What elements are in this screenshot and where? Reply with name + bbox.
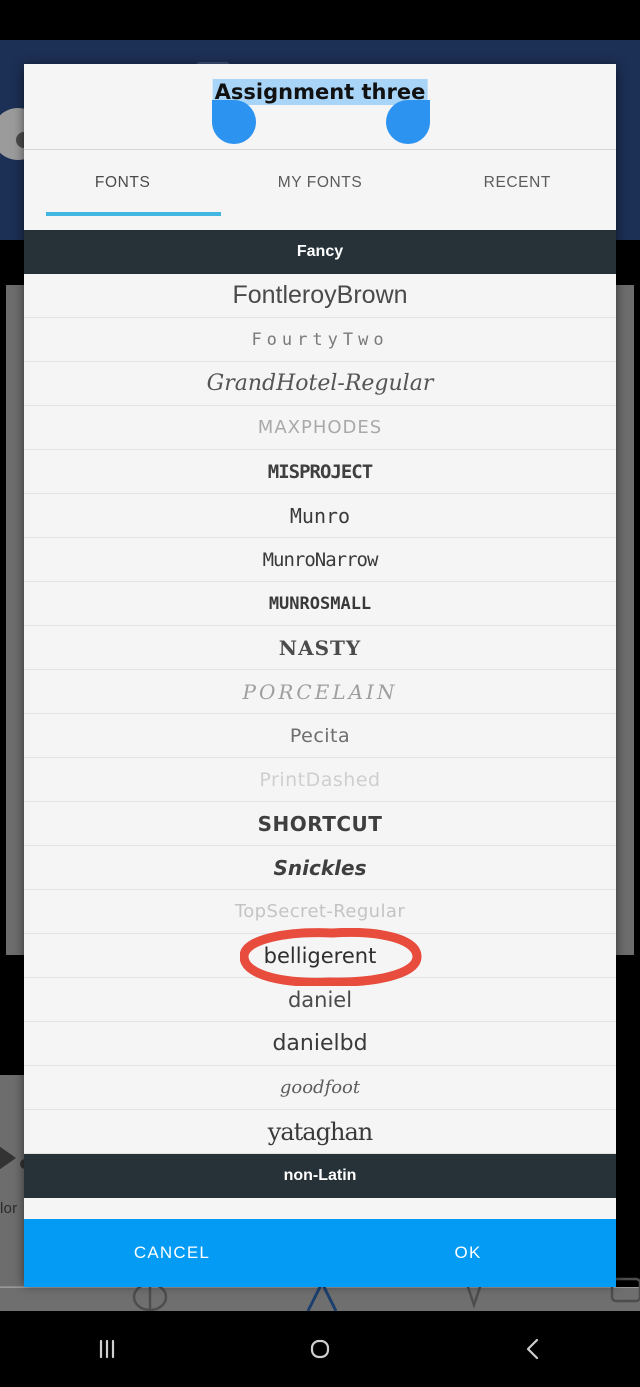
font-name-label: goodfoot — [279, 1077, 361, 1098]
font-list[interactable]: FontleroyBrown FourtyTwo GrandHotel-Regula… — [24, 274, 616, 1154]
section-header-fancy: Fancy — [24, 230, 616, 274]
selection-handle-right[interactable] — [386, 100, 430, 144]
font-list-item[interactable]: danielbd — [24, 1022, 616, 1066]
font-name-label: daniel — [287, 987, 353, 1012]
font-list-item[interactable]: Munro — [24, 494, 616, 538]
font-list-item[interactable]: TopSecret-Regular — [24, 890, 616, 934]
font-name-label: FontleroyBrown — [232, 281, 408, 309]
font-list-item[interactable]: daniel — [24, 978, 616, 1022]
active-tab-indicator — [46, 212, 221, 216]
font-name-label: PrintDashed — [259, 768, 381, 791]
font-name-label: GrandHotel-Regular — [206, 371, 434, 396]
font-list-item[interactable]: PrintDashed — [24, 758, 616, 802]
font-name-label: SHORTCUT — [257, 811, 383, 836]
font-list-item[interactable]: GrandHotel-Regular — [24, 362, 616, 406]
font-preview-area[interactable]: Assignment three — [24, 64, 616, 150]
font-name-label: TopSecret-Regular — [234, 901, 406, 922]
font-list-item[interactable]: yataghan — [24, 1110, 616, 1154]
font-name-label: Snickles — [273, 855, 367, 880]
dialog-action-bar: CANCEL OK — [24, 1219, 616, 1287]
phone-screen: lor Assignment three FONTS MY FONTS RECE… — [0, 0, 640, 1387]
font-name-label: MAXPHODES — [257, 417, 383, 438]
preview-text[interactable]: Assignment three — [212, 79, 428, 105]
font-list-item[interactable]: SHORTCUT — [24, 802, 616, 846]
recents-icon[interactable] — [0, 1334, 213, 1364]
font-name-label: MUNROSMALL — [268, 593, 372, 614]
tab-my-fonts[interactable]: MY FONTS — [221, 174, 418, 192]
font-name-label: Munro — [289, 503, 351, 528]
home-icon[interactable] — [213, 1334, 426, 1364]
font-name-label: belligerent — [263, 943, 377, 968]
font-list-item[interactable]: FontleroyBrown — [24, 274, 616, 318]
font-list-item[interactable]: FourtyTwo — [24, 318, 616, 362]
dialog-tab-bar: FONTS MY FONTS RECENT — [24, 150, 616, 216]
font-name-label: MISPROJECT — [267, 460, 373, 483]
font-list-item[interactable]: Snickles — [24, 846, 616, 890]
cancel-button[interactable]: CANCEL — [24, 1243, 320, 1263]
font-list-item[interactable]: MISPROJECT — [24, 450, 616, 494]
font-list-item[interactable]: NASTY — [24, 626, 616, 670]
section-header-non-latin: non-Latin — [24, 1154, 616, 1198]
font-name-label: MunroNarrow — [262, 548, 379, 571]
font-name-label: NASTY — [278, 635, 362, 660]
font-list-item[interactable]: MAXPHODES — [24, 406, 616, 450]
selection-handle-left[interactable] — [212, 100, 256, 144]
font-list-item[interactable]: Pecita — [24, 714, 616, 758]
tab-recent[interactable]: RECENT — [419, 174, 616, 192]
font-list-item[interactable]: PORCELAIN — [24, 670, 616, 714]
android-nav-bar — [0, 1311, 640, 1387]
font-list-item[interactable]: goodfoot — [24, 1066, 616, 1110]
font-picker-dialog: Assignment three FONTS MY FONTS RECENT F… — [24, 64, 616, 1283]
font-list-item[interactable]: MunroNarrow — [24, 538, 616, 582]
font-name-label: PORCELAIN — [242, 679, 398, 704]
tab-fonts[interactable]: FONTS — [24, 174, 221, 192]
font-list-item[interactable]: belligerent — [24, 934, 616, 978]
font-list-item[interactable]: MUNROSMALL — [24, 582, 616, 626]
font-name-label: danielbd — [272, 1031, 368, 1056]
font-name-label: Pecita — [289, 724, 351, 747]
font-name-label: yataghan — [267, 1117, 373, 1146]
ok-button[interactable]: OK — [320, 1243, 616, 1263]
back-icon[interactable] — [427, 1334, 640, 1364]
font-name-label: FourtyTwo — [251, 329, 389, 350]
tab-bar-spacer — [24, 216, 616, 230]
